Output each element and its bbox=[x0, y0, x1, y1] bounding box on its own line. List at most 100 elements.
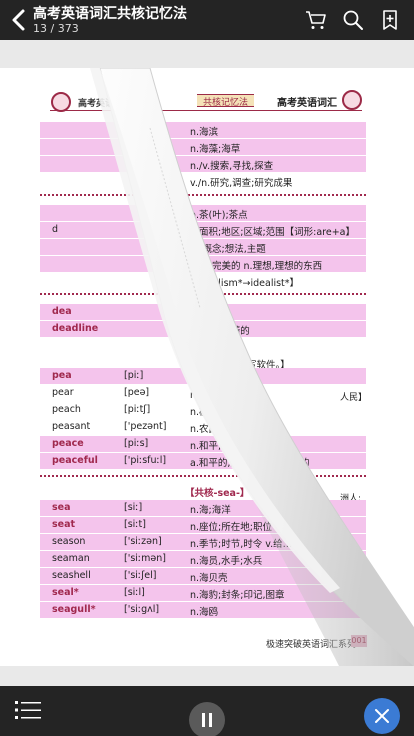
meaning: n.海滨 bbox=[190, 127, 219, 138]
vocab-row: n./v.搜索,寻找,探查 bbox=[40, 156, 366, 172]
vocab-row: seal* [siːl] n.海豹;封条;印记,图章 bbox=[40, 585, 366, 601]
book-title: 高考英语词汇共核记忆法 bbox=[33, 6, 187, 22]
search-button[interactable] bbox=[341, 8, 365, 32]
meaning: →idealism*→idealist*】 bbox=[190, 278, 300, 289]
meaning: 想的,完美的 n.理想,理想的东西 bbox=[190, 261, 323, 272]
bookmark-button[interactable] bbox=[378, 8, 402, 32]
vocab-row: sea [siː] n.海;海洋 bbox=[40, 500, 366, 516]
vocab-row: seashell ['siːʃel] n.海贝壳 bbox=[40, 568, 366, 584]
phonetic: saɪd] bbox=[124, 124, 149, 135]
cart-button[interactable] bbox=[304, 8, 328, 32]
meaning: n.海鸥 bbox=[190, 607, 219, 618]
vocab-row: v./n.研究,调查;研究成果 bbox=[40, 173, 366, 189]
phonetic: [piːtʃ] bbox=[124, 404, 151, 415]
word: sea bbox=[52, 502, 71, 513]
meaning: n.季节;时节,时令 v.给……调味 bbox=[190, 539, 321, 550]
phonetic: ['pezənt] bbox=[124, 421, 167, 432]
cart-icon bbox=[306, 11, 326, 29]
vocab-row: peaceful ['piːsfuːl] a.和平的,爱好和平的;宁静的 bbox=[40, 453, 366, 469]
phonetic: ['siːʃel] bbox=[124, 570, 157, 581]
phonetic: ['siːzən] bbox=[124, 536, 162, 547]
list-icon bbox=[15, 701, 41, 719]
dotted-divider bbox=[40, 293, 366, 295]
back-button[interactable] bbox=[8, 6, 30, 34]
vocab-row: season ['siːzən] n.季节;时节,时令 v.给……调味 bbox=[40, 534, 366, 550]
vocab-row: n.茶(叶);茶点 bbox=[40, 205, 366, 221]
phonetic: ['piːsfuːl] bbox=[124, 455, 167, 466]
word: season bbox=[52, 536, 86, 547]
meaning: n.农民,乡下人 bbox=[190, 424, 250, 435]
word: peaceful bbox=[52, 455, 98, 466]
word: seaman bbox=[52, 553, 90, 564]
footer-page-number: 001 bbox=[351, 635, 367, 647]
phonetic: [siːl] bbox=[124, 587, 145, 598]
word: peace bbox=[52, 438, 84, 449]
word: pea bbox=[52, 370, 72, 381]
vocab-row: seagull* ['siːgʌl] n.海鸥 bbox=[40, 602, 366, 618]
vocab-row: dea bbox=[40, 304, 366, 320]
word: seashell bbox=[52, 570, 91, 581]
meaning: n.面积;地区;区域;范围【词形:are+a】 bbox=[190, 227, 355, 238]
phonetic: [siː] bbox=[124, 502, 143, 513]
phonetic: d] bbox=[124, 141, 134, 152]
meaning: n.梨 bbox=[190, 390, 209, 401]
meaning: n.海藻;海草 bbox=[190, 144, 241, 155]
word: d bbox=[52, 224, 59, 235]
pause-icon bbox=[202, 713, 205, 727]
word: seagull* bbox=[52, 604, 96, 615]
vocab-row: pea [piː] bbox=[40, 368, 366, 384]
vocab-row: dware】 bbox=[40, 338, 366, 354]
meaning: dware】 bbox=[190, 343, 229, 354]
word: peach bbox=[52, 404, 81, 415]
section-tag: 共核记忆法 bbox=[197, 94, 255, 108]
meaning: n.海豹;封条;印记,图章 bbox=[190, 590, 285, 601]
meaning: 想,概念;想法,主题 bbox=[190, 244, 266, 255]
vocab-row: peach [piːtʃ] n.桃 bbox=[40, 402, 366, 418]
close-button[interactable] bbox=[364, 698, 400, 734]
vocab-row: peasant ['pezənt] n.农民,乡下人 bbox=[40, 419, 366, 435]
book-page[interactable]: 高考英语词汇 共核记忆法 高考英语词汇 saɪd] n.海滨 d] n.海藻;海… bbox=[0, 68, 414, 666]
phonetic: ['siːgʌl] bbox=[124, 604, 160, 615]
meaning: n./v.搜索,寻找,探查 bbox=[190, 161, 274, 172]
vocab-row: pear [peə] n.梨 bbox=[40, 385, 366, 401]
running-head-left: 高考英语词汇 bbox=[78, 99, 133, 109]
word: peasant bbox=[52, 421, 91, 432]
section-heading: 【共核-sea-】 bbox=[185, 488, 250, 499]
vocab-row: peace [piːs] n.和平,和睦,安宁 bbox=[40, 436, 366, 452]
meaning: a.和平的,爱好和平的;宁静的 bbox=[190, 458, 310, 469]
page-indicator: 13 / 373 bbox=[33, 22, 79, 35]
meaning: v./n.研究,调查;研究成果 bbox=[190, 178, 293, 189]
meaning: n.海贝壳 bbox=[190, 573, 228, 584]
phonetic: [piːs] bbox=[124, 438, 149, 449]
search-icon bbox=[343, 10, 363, 30]
phonetic: [peə] bbox=[124, 387, 150, 398]
meaning: n.海员,水手;水兵 bbox=[190, 556, 263, 567]
phonetic: [piː] bbox=[124, 370, 144, 381]
top-bar: 高考英语词汇共核记忆法 13 / 373 bbox=[0, 0, 414, 40]
vocab-row: seat [siːt] n.座位;所在地;职位 bbox=[40, 517, 366, 533]
word: pear bbox=[52, 387, 74, 398]
vocab-row: deadline n.;不含酒精的 bbox=[40, 321, 366, 337]
meaning: n.和平,和睦,安宁 bbox=[190, 441, 263, 452]
vocab-row: d] n.海藻;海草 bbox=[40, 139, 366, 155]
meaning: n.;不含酒精的 bbox=[190, 326, 250, 337]
vocab-row: seaman ['siːmən] n.海员,水手;水兵 bbox=[40, 551, 366, 567]
word: seal* bbox=[52, 587, 79, 598]
meaning: n.茶(叶);茶点 bbox=[190, 210, 248, 221]
meaning: n.桃 bbox=[190, 407, 209, 418]
publisher-logo bbox=[51, 92, 71, 112]
header-rule bbox=[50, 110, 362, 111]
bottom-bar bbox=[0, 686, 414, 736]
running-head-right: 高考英语词汇 bbox=[277, 98, 337, 109]
publisher-logo-right bbox=[342, 90, 362, 110]
pause-button[interactable] bbox=[189, 702, 225, 736]
dotted-divider bbox=[40, 475, 366, 477]
contents-button[interactable] bbox=[15, 699, 41, 721]
vocab-row: →idealism*→idealist*】 bbox=[40, 273, 366, 289]
phonetic: ['siːmən] bbox=[124, 553, 166, 564]
vocab-row: d n.面积;地区;区域;范围【词形:are+a】 bbox=[40, 222, 366, 238]
meaning: n.海;海洋 bbox=[190, 505, 231, 516]
chevron-left-icon bbox=[12, 9, 25, 31]
dotted-divider bbox=[40, 194, 366, 196]
vocab-row: 想,概念;想法,主题 bbox=[40, 239, 366, 255]
